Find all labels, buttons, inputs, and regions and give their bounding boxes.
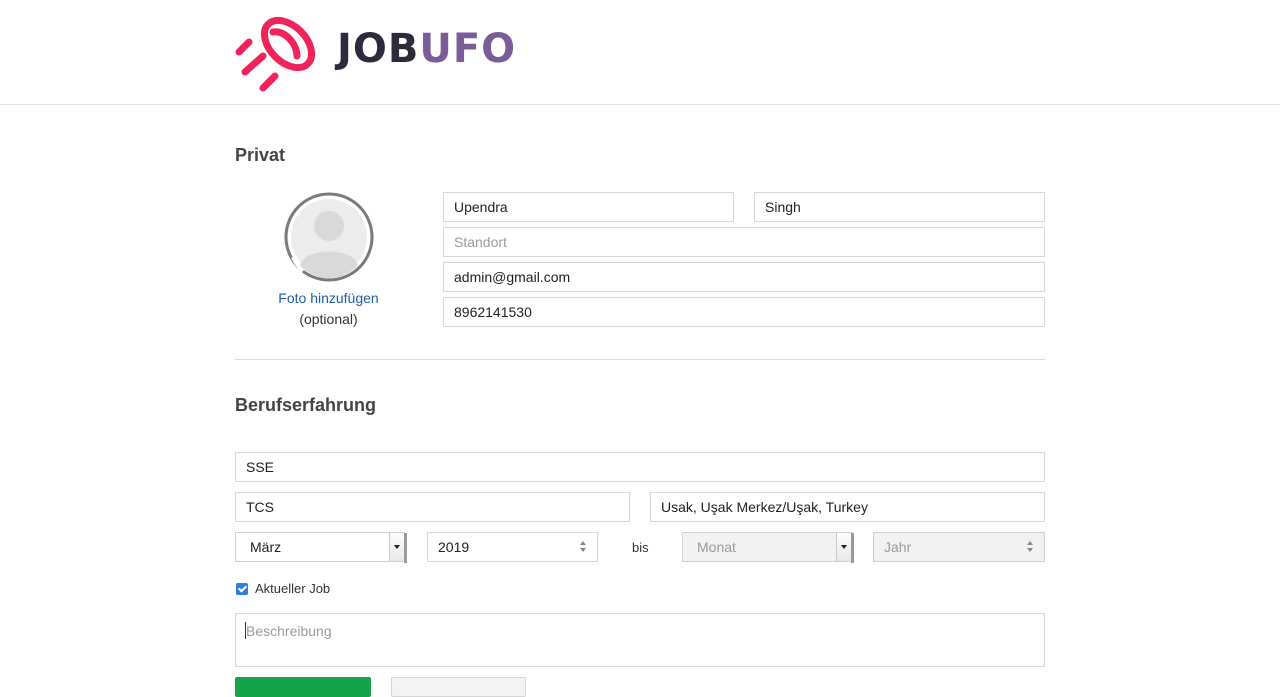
chevron-down-icon[interactable] [836, 533, 851, 561]
cancel-button[interactable] [391, 677, 526, 697]
end-month-select[interactable]: Monat [682, 532, 854, 563]
ufo-rocket-icon[interactable] [233, 8, 319, 92]
end-year-field[interactable]: Jahr [873, 532, 1045, 562]
site-header: JOBUFO [0, 0, 1280, 105]
stepper-icon[interactable] [580, 541, 587, 553]
save-button[interactable] [235, 677, 371, 697]
stepper-icon[interactable] [1027, 541, 1034, 553]
phone-field[interactable]: 8962141530 [443, 297, 1045, 327]
description-placeholder: Beschreibung [246, 623, 332, 639]
section-title-experience: Berufserfahrung [235, 395, 377, 415]
chevron-down-icon[interactable] [389, 533, 404, 561]
current-job-checkbox[interactable] [236, 583, 248, 595]
current-job-label[interactable]: Aktueller Job [255, 581, 330, 596]
end-year-placeholder: Jahr [884, 539, 912, 555]
user-avatar-icon[interactable] [283, 191, 375, 283]
location-field[interactable]: Standort [443, 227, 1045, 257]
description-textarea[interactable]: Beschreibung [235, 613, 1045, 667]
position-field[interactable]: SSE [235, 452, 1045, 482]
job-location-field[interactable]: Usak, Uşak Merkez/Uşak, Turkey [650, 492, 1045, 522]
start-year-field[interactable]: 2019 [427, 532, 598, 562]
select-edge [404, 533, 407, 563]
date-range-separator: bis [632, 540, 649, 555]
select-edge [851, 533, 854, 563]
start-year-value: 2019 [438, 539, 470, 555]
end-month-placeholder: Monat [697, 539, 736, 555]
email-field[interactable]: admin@gmail.com [443, 262, 1045, 292]
brand-name-ufo: UFO [419, 26, 517, 72]
last-name-field[interactable]: Singh [754, 192, 1045, 222]
company-field[interactable]: TCS [235, 492, 630, 522]
first-name-field[interactable]: Upendra [443, 192, 734, 222]
start-month-select[interactable]: März [235, 532, 407, 563]
brand-name-job: JOB [337, 26, 420, 72]
start-month-value: März [250, 539, 282, 555]
photo-optional-note: (optional) [299, 311, 358, 327]
text-caret [245, 622, 246, 639]
section-divider [235, 359, 1045, 360]
brand-logo-text[interactable]: JOBUFO [337, 26, 516, 72]
section-title-private: Privat [235, 145, 286, 165]
add-photo-link[interactable]: Foto hinzufügen [256, 290, 401, 306]
